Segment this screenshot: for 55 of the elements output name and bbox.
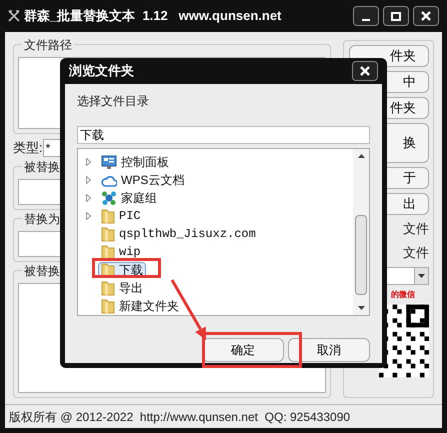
caret-icon — [418, 274, 425, 278]
group-label: 被替换 — [22, 262, 62, 278]
tree-item-label: 控制面板 — [121, 154, 169, 170]
expand-icon[interactable] — [86, 194, 91, 202]
side-label: 文件 — [403, 220, 429, 238]
folder-icon — [101, 226, 115, 242]
qr-caption: 的微信 — [391, 289, 415, 301]
folder-icon — [101, 298, 115, 314]
ok-button[interactable]: 确定 — [202, 338, 284, 362]
tree-item-label: wip — [119, 244, 141, 260]
scroll-thumb[interactable] — [355, 215, 367, 295]
minimize-button[interactable] — [353, 6, 379, 26]
tree-item[interactable]: PIC — [98, 208, 144, 224]
cloud-icon — [101, 174, 117, 186]
type-label: 类型: — [13, 139, 43, 157]
expand-icon[interactable] — [86, 212, 91, 220]
group-label: 被替换 — [22, 158, 62, 174]
scrollbar[interactable] — [353, 149, 369, 315]
dialog-title: 浏览文件夹 — [69, 62, 135, 80]
monitor-icon — [101, 154, 117, 170]
status-text: 版权所有 @ 2012-2022 http://www.qunsen.net QQ: 925433090 — [9, 408, 350, 426]
cancel-button[interactable]: 取消 — [288, 338, 370, 362]
network-icon — [101, 190, 117, 206]
tools-icon — [8, 10, 20, 22]
tree-item[interactable]: 新建文件夹 — [98, 298, 182, 314]
tree-item-label: 导出 — [119, 280, 143, 296]
close-button[interactable] — [352, 61, 378, 81]
tree-item-label: 下载 — [119, 262, 143, 278]
window-title: 群森_批量替换文本 1.12 www.qunsen.net — [24, 7, 282, 26]
scroll-down-icon[interactable] — [358, 306, 364, 310]
tree-item-label: 家庭组 — [121, 190, 157, 206]
tree-item[interactable]: WPS云文档 — [98, 172, 188, 188]
scroll-up-icon[interactable] — [358, 154, 364, 158]
folder-path-field[interactable]: 下载 — [77, 126, 370, 144]
maximize-button[interactable] — [383, 6, 409, 26]
folder-icon — [101, 280, 115, 296]
highlight-box — [92, 258, 161, 278]
tree-item-label: WPS云文档 — [121, 172, 184, 188]
tree-item[interactable]: 控制面板 — [98, 154, 172, 170]
tree-item[interactable]: 导出 — [98, 280, 146, 296]
group-label: 文件路径 — [22, 37, 74, 53]
folder-icon — [101, 244, 115, 260]
close-button[interactable] — [413, 6, 439, 26]
close-icon — [360, 66, 370, 76]
dialog-prompt: 选择文件目录 — [77, 93, 150, 110]
tree-item-label: PIC — [119, 208, 141, 224]
expand-icon[interactable] — [86, 176, 91, 184]
side-label: 文件 — [403, 244, 429, 262]
folder-icon — [101, 208, 115, 224]
tree-item[interactable]: 家庭组 — [98, 190, 160, 206]
group-label: 替换为 — [22, 210, 62, 226]
tree-item-label: 新建文件夹 — [119, 298, 179, 314]
tree-item[interactable]: wip — [98, 244, 144, 260]
close-icon — [421, 11, 431, 21]
expand-icon[interactable] — [86, 158, 91, 166]
